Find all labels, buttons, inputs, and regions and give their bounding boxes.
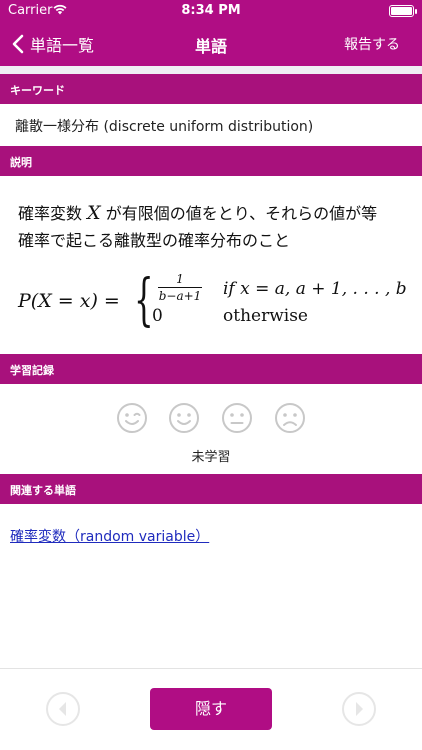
fraction-denominator: b−a+1 xyxy=(158,289,202,303)
report-button[interactable]: 報告する xyxy=(344,34,400,54)
battery-icon xyxy=(389,5,414,17)
keyword-header: キーワード xyxy=(0,74,422,104)
status-bar: Carrier 8:34 PM xyxy=(0,0,422,22)
description-line-2: 確率で起こる離散型の確率分布のこと xyxy=(18,231,291,250)
description-header: 説明 xyxy=(0,146,422,176)
previous-word-icon[interactable] xyxy=(45,691,81,727)
keyword-text: 離散一様分布 (discrete uniform distribution) xyxy=(15,119,314,135)
next-word-icon[interactable] xyxy=(341,691,377,727)
wink-face-icon[interactable] xyxy=(116,402,148,434)
smile-face-icon[interactable] xyxy=(168,402,200,434)
sad-face-icon[interactable] xyxy=(274,402,306,434)
neutral-face-icon[interactable] xyxy=(221,402,253,434)
formula-fraction: 1 b−a+1 xyxy=(158,272,202,303)
related-word-link[interactable]: 確率変数（random variable） xyxy=(10,526,209,546)
description-line-1: 確率変数 X が有限個の値をとり、それらの値が等 xyxy=(18,202,378,224)
related-words-header: 関連する単語 xyxy=(0,474,422,504)
related-words-section: 確率変数（random variable） xyxy=(0,504,422,668)
back-label: 単語一覧 xyxy=(30,36,95,55)
formula: P(X = x) = { 1 b−a+1 0 if x = a, a + 1, … xyxy=(18,268,410,336)
formula-lhs: P(X = x) = xyxy=(18,290,120,312)
rating-faces xyxy=(0,402,422,436)
back-button[interactable]: 単語一覧 xyxy=(12,32,94,56)
word-detail: キーワード 離散一様分布 (discrete uniform distribut… xyxy=(0,66,422,668)
formula-condition-1: if x = a, a + 1, . . . , b xyxy=(223,279,407,299)
navigation-bar: 単語一覧 単語 報告する xyxy=(0,22,422,66)
variable-x: X xyxy=(87,202,101,224)
formula-brace: { xyxy=(134,268,154,333)
chevron-left-icon xyxy=(12,34,24,54)
formula-zero: 0 xyxy=(152,306,163,326)
hide-button[interactable]: 隠す xyxy=(150,688,272,730)
formula-condition-2: otherwise xyxy=(223,306,308,326)
description-text: 確率変数 X が有限個の値をとり、それらの値が等 確率で起こる離散型の確率分布の… xyxy=(0,176,422,254)
study-record-section: 未学習 xyxy=(0,384,422,474)
study-status: 未学習 xyxy=(191,450,231,465)
bottom-toolbar: 隠す xyxy=(0,668,422,750)
fraction-numerator: 1 xyxy=(176,272,184,286)
keyword-section: 離散一様分布 (discrete uniform distribution) xyxy=(0,104,422,146)
description-section: 確率変数 X が有限個の値をとり、それらの値が等 確率で起こる離散型の確率分布の… xyxy=(0,176,422,354)
clock: 8:34 PM xyxy=(181,3,241,18)
study-record-header: 学習記録 xyxy=(0,354,422,384)
battery-nub xyxy=(415,9,417,14)
